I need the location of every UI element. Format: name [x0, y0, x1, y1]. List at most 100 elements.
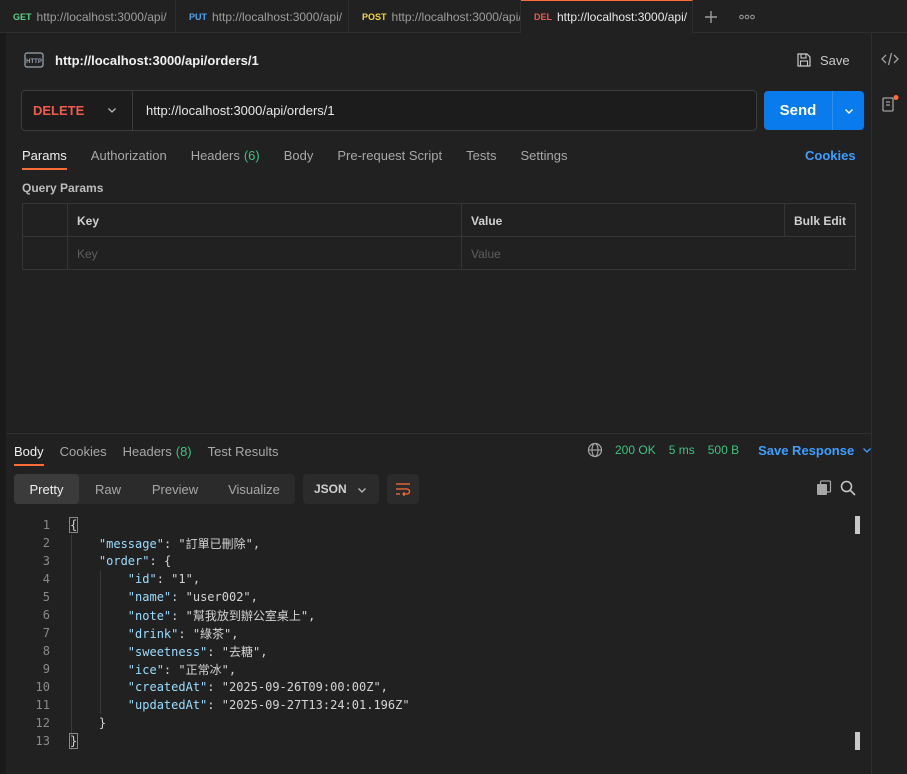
add-tab-button[interactable] [693, 0, 729, 33]
tab-url: http://localhost:3000/api/ [36, 9, 167, 24]
pane-divider[interactable] [6, 433, 871, 434]
tab-method: DEL [534, 12, 552, 22]
tab-get-request[interactable]: GET http://localhost:3000/api/ [0, 0, 176, 33]
response-tab-headers[interactable]: Headers (8) [123, 436, 192, 466]
code-text: "message": "訂單已刪除", [98, 536, 261, 551]
response-body-editor[interactable]: 1{2 "message": "訂單已刪除", 3 "order": {4 "id… [14, 516, 854, 756]
language-label: JSON [314, 482, 347, 496]
code-line: 11 "updatedAt": "2025-09-27T13:24:01.196… [14, 696, 410, 714]
right-sidebar [871, 33, 907, 774]
scrollbar-marker[interactable] [855, 516, 860, 534]
bulk-edit-button[interactable]: Bulk Edit [784, 204, 855, 237]
query-params-label: Query Params [22, 181, 104, 195]
code-text: } [68, 733, 79, 749]
chevron-down-icon [863, 448, 872, 453]
language-select[interactable]: JSON [303, 474, 379, 504]
key-input[interactable]: Key [68, 237, 462, 270]
line-number: 11 [35, 698, 50, 712]
code-line: 7 "drink": "綠茶", [14, 624, 239, 642]
code-text: "updatedAt": "2025-09-27T13:24:01.196Z" [127, 698, 410, 712]
send-button[interactable]: Send [764, 91, 864, 130]
tab-authorization[interactable]: Authorization [91, 140, 167, 170]
code-text: "id": "1", [127, 572, 201, 586]
format-preview[interactable]: Preview [137, 474, 213, 504]
tab-tests[interactable]: Tests [466, 140, 496, 170]
svg-text:HTTP: HTTP [26, 59, 42, 65]
tab-label: Body [283, 147, 314, 163]
tab-label: Authorization [90, 147, 167, 163]
response-time[interactable]: 5 ms [669, 443, 695, 457]
code-icon [881, 52, 899, 66]
line-number: 7 [42, 626, 50, 640]
wrap-lines-button[interactable] [387, 474, 419, 504]
chevron-down-icon [844, 108, 853, 114]
line-number: 6 [42, 608, 50, 622]
tab-url: http://localhost:3000/api/ [391, 9, 521, 24]
code-text: "name": "user002", [127, 590, 258, 604]
response-status: 200 OK 5 ms 500 B Save Response [587, 441, 872, 459]
format-pretty[interactable]: Pretty [14, 474, 79, 504]
url-input[interactable] [133, 91, 756, 130]
code-line: 3 "order": { [14, 552, 171, 570]
code-line: 12 } [14, 714, 107, 732]
tab-delete-request[interactable]: DEL http://localhost:3000/api/ [521, 0, 693, 33]
left-edge [0, 33, 6, 774]
response-size[interactable]: 500 B [708, 443, 739, 457]
format-visualize[interactable]: Visualize [213, 474, 295, 504]
cookies-link[interactable]: Cookies [805, 148, 856, 163]
scrollbar-marker[interactable] [855, 732, 860, 750]
info-panel-button[interactable] [881, 95, 899, 113]
code-text: "drink": "綠茶", [127, 626, 239, 641]
code-line: 6 "note": "幫我放到辦公室桌上", [14, 606, 316, 624]
response-tab-test-results[interactable]: Test Results [208, 436, 279, 466]
copy-icon[interactable] [816, 480, 832, 496]
plus-icon [705, 10, 717, 23]
ellipsis-icon [739, 14, 755, 19]
tab-method: PUT [189, 11, 207, 22]
line-number: 1 [42, 518, 50, 532]
tab-label: Body [14, 443, 44, 459]
request-name[interactable]: http://localhost:3000/api/orders/1 [55, 53, 259, 68]
line-number: 5 [42, 590, 50, 604]
send-label: Send [779, 102, 817, 119]
tab-settings[interactable]: Settings [520, 140, 567, 170]
tab-post-request[interactable]: POST http://localhost:3000/api/ [349, 0, 521, 33]
url-bar: DELETE [21, 90, 757, 131]
more-tabs-button[interactable] [729, 0, 765, 33]
status-code[interactable]: 200 OK [615, 443, 656, 457]
tab-label: Test Results [207, 443, 279, 459]
code-snippet-button[interactable] [881, 50, 899, 68]
code-text: "order": { [98, 554, 172, 568]
method-select[interactable]: DELETE [22, 91, 133, 130]
globe-icon[interactable] [587, 442, 603, 458]
headers-count: (6) [243, 147, 260, 163]
tab-pre-request-script[interactable]: Pre-request Script [337, 140, 442, 170]
line-number: 9 [42, 662, 50, 676]
response-tab-cookies[interactable]: Cookies [60, 436, 107, 466]
code-line: 1{ [14, 516, 79, 534]
http-icon: HTTP [22, 48, 46, 72]
tab-body[interactable]: Body [284, 140, 314, 170]
request-tabs: Params Authorization Headers (6) Body Pre… [22, 140, 591, 172]
search-icon[interactable] [840, 480, 856, 496]
tab-label: Params [22, 147, 67, 163]
response-tab-body[interactable]: Body [14, 436, 44, 466]
table-header-row: Key Value Bulk Edit [23, 204, 855, 237]
value-input[interactable]: Value [462, 237, 784, 270]
line-number: 12 [35, 716, 50, 730]
save-button[interactable]: Save [796, 49, 850, 71]
save-response-button[interactable]: Save Response [758, 443, 872, 458]
query-params-table: Key Value Bulk Edit Key Value [22, 203, 856, 270]
tab-put-request[interactable]: PUT http://localhost:3000/api/ [176, 0, 349, 33]
tab-params[interactable]: Params [22, 140, 67, 170]
value-column-header: Value [471, 213, 503, 228]
code-line: 13} [14, 732, 79, 750]
send-options-button[interactable] [833, 106, 864, 116]
format-raw[interactable]: Raw [79, 474, 137, 504]
tab-headers[interactable]: Headers (6) [191, 140, 260, 170]
response-tabs: Body Cookies Headers (8) Test Results [14, 436, 294, 466]
line-number: 4 [42, 572, 50, 586]
code-line: 4 "id": "1", [14, 570, 200, 588]
code-line: 9 "ice": "正常冰", [14, 660, 236, 678]
code-text: "createdAt": "2025-09-26T09:00:00Z", [127, 680, 388, 694]
